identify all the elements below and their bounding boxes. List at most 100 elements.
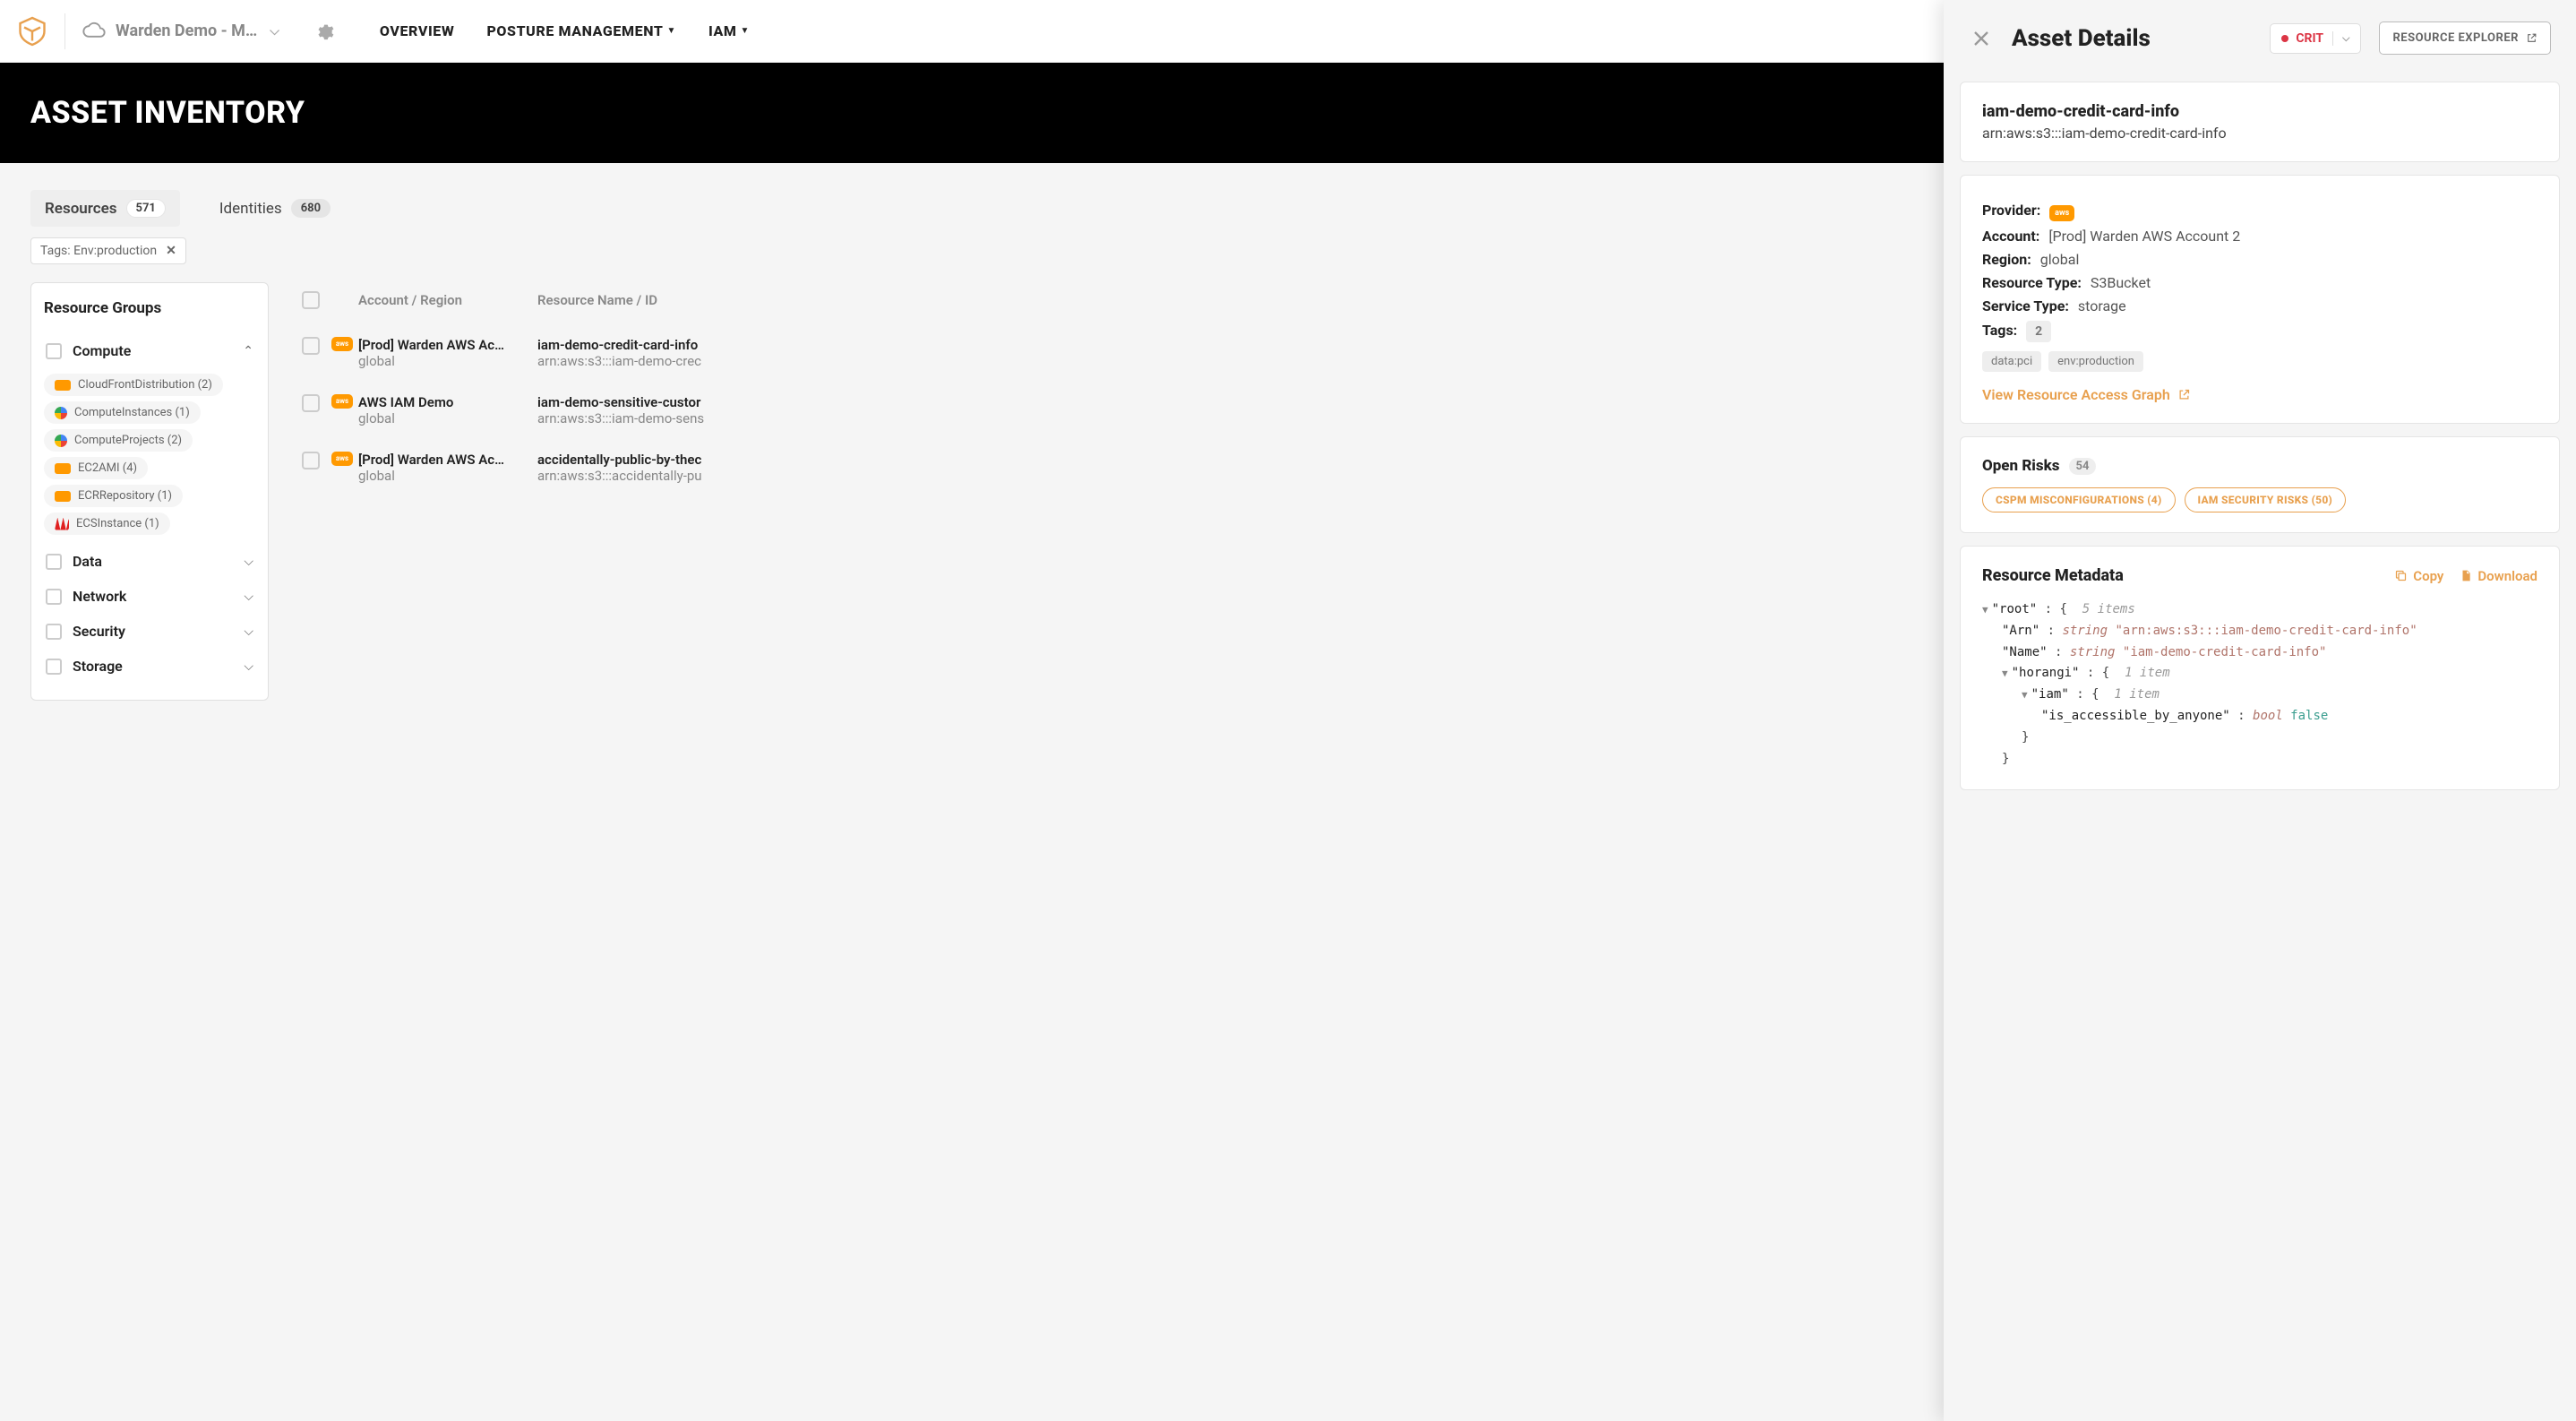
button-label: Download <box>2477 568 2537 584</box>
tab-identities[interactable]: Identities 680 <box>205 190 345 227</box>
collapse-icon[interactable]: ▼ <box>2002 666 2008 683</box>
main-nav: OVERVIEW POSTURE MANAGEMENT▼ IAM▼ <box>380 22 750 39</box>
gcp-icon <box>55 435 67 447</box>
resource-groups-sidebar: Resource Groups Compute ⌃ CloudFrontDist… <box>30 282 269 701</box>
field-key: Service Type: <box>1982 297 2069 314</box>
group-label: Network <box>73 588 233 605</box>
sub-item-label: ECSInstance (1) <box>76 517 159 530</box>
region-text: global <box>358 410 527 426</box>
asset-arn: arn:aws:s3:::iam-demo-credit-card-info <box>1982 125 2537 142</box>
nav-label: OVERVIEW <box>380 22 455 39</box>
resource-explorer-button[interactable]: RESOURCE EXPLORER <box>2379 22 2551 55</box>
gear-icon[interactable] <box>315 22 335 41</box>
risk-badge[interactable]: CSPM MISCONFIGURATIONS (4) <box>1982 487 2176 512</box>
col-account[interactable]: Account / Region <box>358 292 537 308</box>
field-value: storage <box>2078 297 2126 314</box>
json-meta: 5 items <box>2082 602 2135 616</box>
asset-name: iam-demo-credit-card-info <box>1982 102 2537 121</box>
resource-access-graph-link[interactable]: View Resource Access Graph <box>1982 386 2191 403</box>
external-link-icon <box>2526 32 2537 44</box>
field-key: Tags: <box>1982 322 2017 339</box>
nav-posture[interactable]: POSTURE MANAGEMENT▼ <box>486 22 676 39</box>
filter-chip-label: Tags: Env:production <box>40 244 157 258</box>
json-key: "is_accessible_by_anyone" <box>2041 709 2230 723</box>
sub-item[interactable]: CloudFrontDistribution (2) <box>44 374 223 396</box>
nav-overview[interactable]: OVERVIEW <box>380 22 455 39</box>
json-value: "iam-demo-credit-card-info" <box>2123 645 2327 659</box>
tab-count: 571 <box>126 199 166 218</box>
collapse-icon[interactable]: ▼ <box>2022 687 2028 704</box>
row-checkbox[interactable] <box>302 394 320 412</box>
close-icon[interactable] <box>1969 26 1994 51</box>
group-network[interactable]: Network ⌵ <box>44 579 255 614</box>
sub-item[interactable]: ECRRepository (1) <box>44 485 183 507</box>
field-key: Resource Type: <box>1982 274 2082 291</box>
region-text: global <box>358 353 527 369</box>
aws-icon: aws <box>331 394 353 409</box>
asset-name-card: iam-demo-credit-card-info arn:aws:s3:::i… <box>1960 82 2560 162</box>
sub-item-label: ECRRepository (1) <box>78 489 172 503</box>
group-storage[interactable]: Storage⌵ <box>44 649 255 684</box>
open-risks-count: 54 <box>2069 458 2097 475</box>
download-button[interactable]: Download <box>2460 568 2537 584</box>
checkbox[interactable] <box>46 624 62 640</box>
external-link-icon <box>2177 388 2191 401</box>
risk-badge[interactable]: IAM SECURITY RISKS (50) <box>2185 487 2347 512</box>
aws-icon: aws <box>2049 205 2074 221</box>
filter-chip[interactable]: Tags: Env:production ✕ <box>30 237 186 264</box>
tag-list: data:pci env:production <box>1982 351 2537 372</box>
account-text: [Prod] Warden AWS Ac… <box>358 337 527 353</box>
group-security[interactable]: Security⌵ <box>44 614 255 649</box>
group-compute[interactable]: Compute ⌃ <box>44 333 255 368</box>
sub-item[interactable]: ComputeInstances (1) <box>44 401 201 424</box>
chevron-down-icon: ⌵ <box>2342 32 2349 45</box>
select-all-checkbox[interactable] <box>302 291 320 309</box>
json-meta: 1 item <box>2114 687 2160 702</box>
row-checkbox[interactable] <box>302 337 320 355</box>
sub-item[interactable]: ECSInstance (1) <box>44 512 170 535</box>
link-label: View Resource Access Graph <box>1982 386 2170 403</box>
severity-label: CRIT <box>2296 31 2323 46</box>
aws-icon <box>55 380 71 391</box>
group-label: Security <box>73 623 233 640</box>
json-meta: 1 item <box>2125 666 2170 680</box>
nav-iam[interactable]: IAM▼ <box>708 22 750 39</box>
region-text: global <box>358 468 527 484</box>
org-switcher[interactable]: Warden Demo - M… ⌵ <box>116 22 279 40</box>
checkbox[interactable] <box>46 554 62 570</box>
detail-title: Asset Details <box>2012 25 2252 52</box>
huawei-icon <box>55 518 69 530</box>
json-value: "arn:aws:s3:::iam-demo-credit-card-info" <box>2115 624 2417 638</box>
checkbox[interactable] <box>46 343 62 359</box>
sub-item-label: ComputeProjects (2) <box>74 434 182 447</box>
json-value: false <box>2290 709 2328 723</box>
chevron-down-icon: ⌵ <box>244 590 253 604</box>
tab-label: Resources <box>45 200 117 218</box>
nav-label: IAM <box>708 22 737 39</box>
tag-pill[interactable]: env:production <box>2048 351 2143 372</box>
row-checkbox[interactable] <box>302 452 320 469</box>
account-text: [Prod] Warden AWS Ac… <box>358 452 527 468</box>
field-key: Provider: <box>1982 202 2040 219</box>
resource-metadata-card: Resource Metadata Copy Download ▼"root" … <box>1960 546 2560 790</box>
aws-icon: aws <box>331 452 353 466</box>
copy-icon <box>2394 569 2408 582</box>
field-value: S3Bucket <box>2091 274 2151 291</box>
close-icon[interactable]: ✕ <box>166 244 176 258</box>
collapse-icon[interactable]: ▼ <box>1982 602 1988 619</box>
sub-item[interactable]: ComputeProjects (2) <box>44 429 193 452</box>
checkbox[interactable] <box>46 659 62 675</box>
checkbox[interactable] <box>46 589 62 605</box>
group-label: Data <box>73 553 233 570</box>
copy-button[interactable]: Copy <box>2394 568 2443 584</box>
tab-resources[interactable]: Resources 571 <box>30 190 180 227</box>
asset-fields-card: Provider: aws Account:[Prod] Warden AWS … <box>1960 175 2560 424</box>
tab-count: 680 <box>291 199 331 218</box>
tag-pill[interactable]: data:pci <box>1982 351 2041 372</box>
severity-dropdown[interactable]: CRIT ⌵ <box>2270 23 2361 54</box>
compute-sub-items: CloudFrontDistribution (2) ComputeInstan… <box>44 374 255 535</box>
sub-item[interactable]: EC2AMI (4) <box>44 457 148 479</box>
open-risks-title: Open Risks <box>1982 457 2060 475</box>
group-data[interactable]: Data⌵ <box>44 544 255 579</box>
download-icon <box>2460 569 2472 582</box>
